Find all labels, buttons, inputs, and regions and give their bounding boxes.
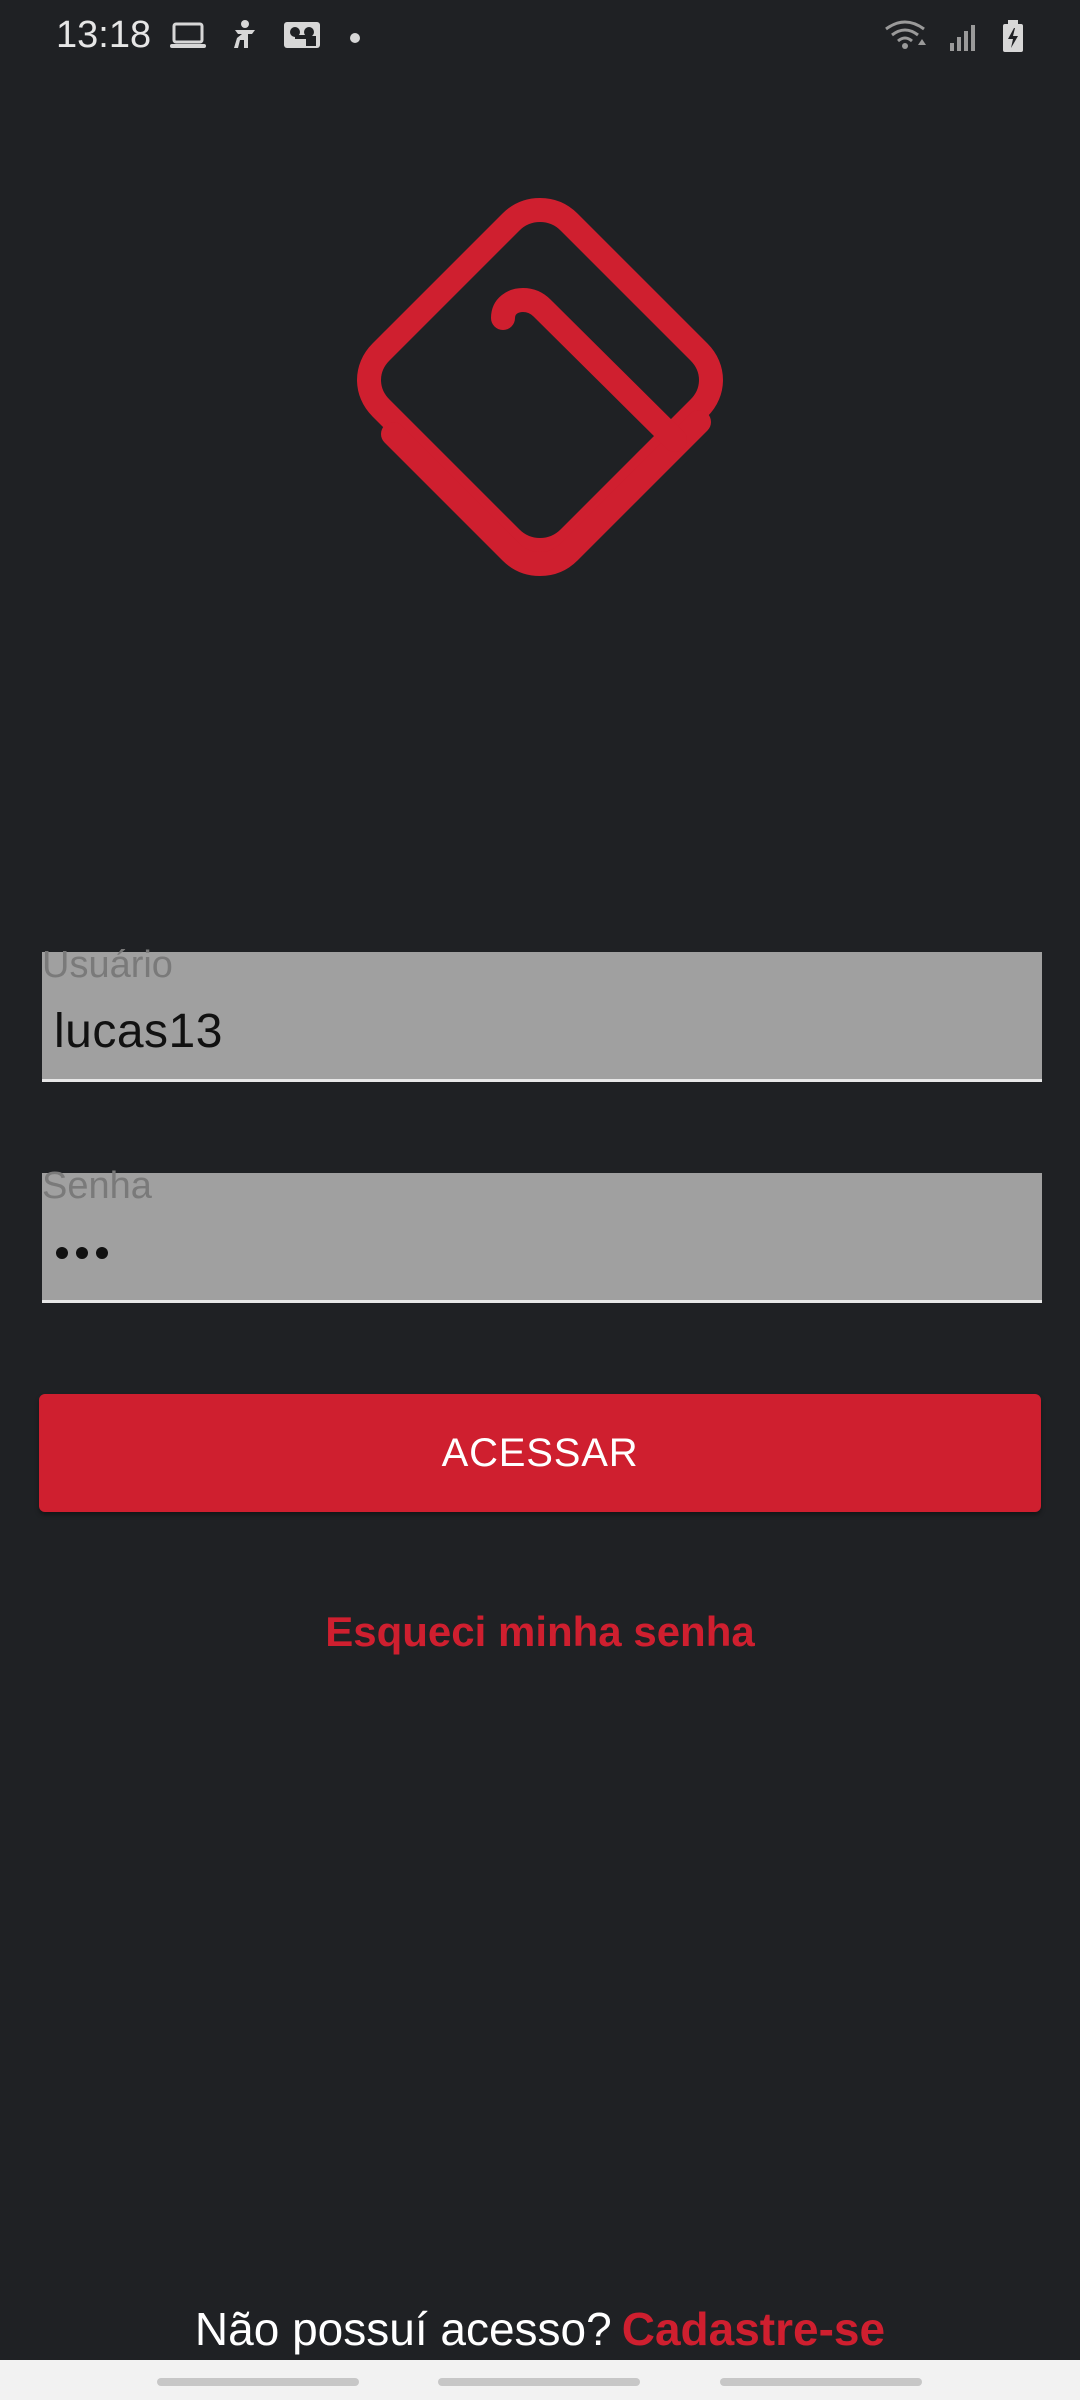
brand-logo-icon	[345, 190, 735, 660]
signup-link[interactable]: Cadastre-se	[622, 2303, 885, 2355]
status-bar: 13:18	[0, 0, 1080, 80]
nav-handle-right[interactable]	[720, 2378, 922, 2386]
wifi-icon	[882, 19, 928, 58]
password-char	[56, 1247, 68, 1259]
system-nav-bar	[0, 2360, 1080, 2400]
password-char	[76, 1247, 88, 1259]
battery-charging-icon	[1000, 18, 1026, 59]
username-input[interactable]: lucas13	[54, 1008, 223, 1056]
password-label: Senha	[42, 1165, 152, 1207]
password-field[interactable]: Senha	[42, 1167, 1042, 1303]
no-access-text: Não possuí acesso?	[194, 2303, 612, 2355]
nav-handle-left[interactable]	[157, 2378, 359, 2386]
login-screen: 13:18 Usuário lucas13 Senha ACESSAR Esqu…	[0, 0, 1080, 2400]
password-char	[96, 1247, 108, 1259]
forgot-password-link[interactable]: Esqueci minha senha	[0, 1608, 1080, 1656]
dot-icon	[350, 32, 360, 43]
status-icons-right	[882, 18, 1026, 59]
status-time: 13:18	[56, 14, 152, 56]
username-label: Usuário	[42, 944, 173, 986]
username-field[interactable]: Usuário lucas13	[42, 946, 1042, 1082]
status-icons-left	[168, 18, 360, 57]
accessibility-icon	[228, 18, 262, 57]
password-input[interactable]	[56, 1247, 108, 1259]
nav-handle-center[interactable]	[438, 2378, 640, 2386]
signal-icon	[946, 19, 982, 58]
acessar-button[interactable]: ACESSAR	[39, 1394, 1041, 1512]
footer-signup-prompt: Não possuí acesso? Cadastre-se	[0, 2302, 1080, 2356]
voicemail-icon	[282, 18, 322, 57]
laptop-icon	[168, 18, 208, 57]
